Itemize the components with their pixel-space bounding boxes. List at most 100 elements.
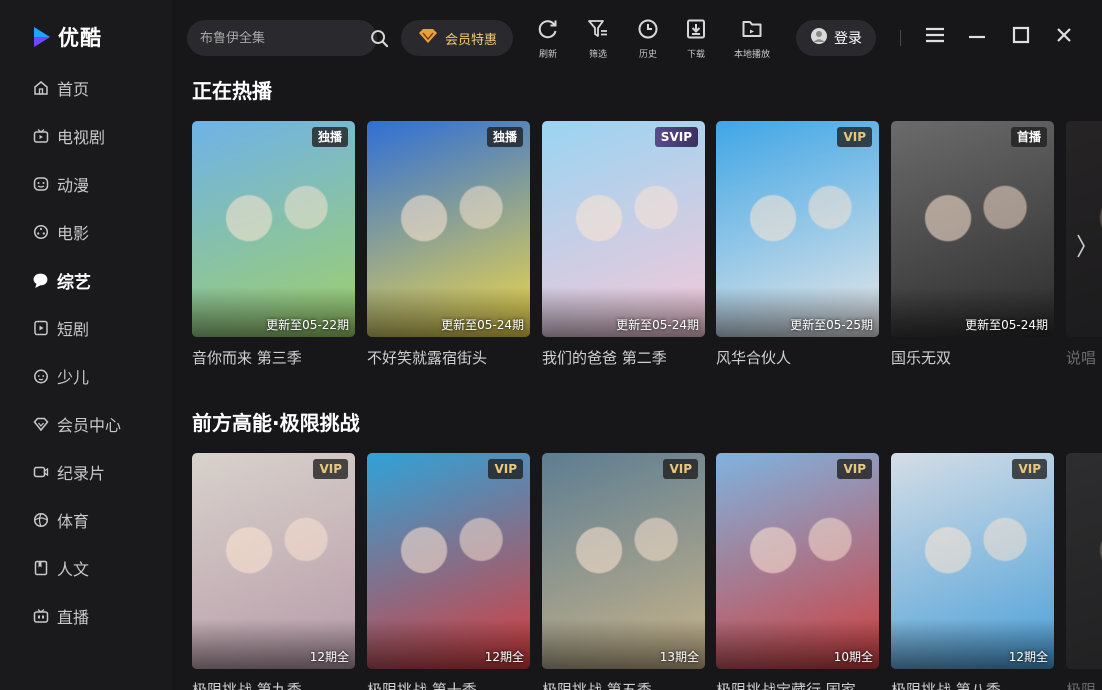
poster-image[interactable]: VIP 更新至05-25期 [716,121,879,337]
extreme-challenge-row: VIP 12期全 极限挑战 第九季 VIP 12期全 极限挑战 第十季 VIP … [192,453,1102,690]
sidebar-item-short-drama[interactable]: 短剧 [0,304,172,352]
show-card[interactable]: 首播 更新至05-24期 国乐无双 [891,121,1054,368]
show-title[interactable]: 不好笑就露宿街头 [367,347,530,368]
search-box [187,20,389,56]
show-card[interactable]: VIP 10期全 极限挑战宝藏行 国家 [716,453,879,690]
show-card[interactable]: 独播 更新至05-24期 不好笑就露宿街头 [367,121,530,368]
close-icon [1055,26,1073,48]
vip-badge: VIP [837,127,872,147]
show-title[interactable]: 国乐无双 [891,347,1054,368]
show-card[interactable]: VIP 12期全 极限挑战 第八季 [891,453,1054,690]
logo-text: 优酷 [58,26,102,50]
history-button[interactable]: 历史 [626,18,670,60]
episode-count: 12期全 [1008,650,1048,664]
sidebar-item-variety[interactable]: 综艺 [0,256,172,304]
sidebar-item-home[interactable]: 首页 [0,64,172,112]
app-window: 优酷 首页 电视剧 动漫 电影 综艺 短剧 少儿 会员中心 纪录片 体育 人文 … [0,0,1102,690]
sidebar-item-anime[interactable]: 动漫 [0,160,172,208]
local-play-button[interactable]: 本地播放 [730,18,774,60]
sidebar-item-member-center[interactable]: 会员中心 [0,400,172,448]
vip-badge: VIP [488,459,523,479]
logo[interactable]: 优酷 [32,22,102,52]
sidebar-item-tv[interactable]: 电视剧 [0,112,172,160]
show-title[interactable]: 极限挑战 第八季 [891,679,1054,690]
poster-image[interactable]: 独播 更新至05-22期 [192,121,355,337]
episode-count: 13期全 [659,650,699,664]
poster-image[interactable]: VIP 12期全 [891,453,1054,669]
diamond-icon [32,416,49,433]
next-page-arrow[interactable] [1074,232,1088,260]
poster-image[interactable] [1066,453,1102,669]
premiere-badge: 首播 [1010,127,1047,147]
poster-image[interactable]: VIP 10期全 [716,453,879,669]
minimize-icon [968,26,986,48]
download-label: 下载 [686,50,705,60]
sidebar-item-label: 首页 [57,80,90,99]
poster-image[interactable]: 首播 更新至05-24期 [891,121,1054,337]
vip-badge: VIP [1012,459,1047,479]
svip-badge: SVIP [654,127,698,147]
refresh-button[interactable]: 刷新 [526,18,570,60]
minimize-button[interactable] [966,26,988,48]
show-title[interactable]: 极限挑战 第九季 [192,679,355,690]
show-card[interactable]: 独播 更新至05-22期 音你而来 第三季 [192,121,355,368]
show-card-partial[interactable]: 极限 [1066,453,1102,690]
ball-icon [32,512,49,529]
sidebar-item-documentary[interactable]: 纪录片 [0,448,172,496]
show-title[interactable]: 极限挑战宝藏行 国家 [716,679,879,690]
hot-now-row: 独播 更新至05-22期 音你而来 第三季 独播 更新至05-24期 不好笑就露… [192,121,1102,381]
show-card[interactable]: VIP 更新至05-25期 风华合伙人 [716,121,879,368]
update-status: 更新至05-24期 [616,318,699,332]
show-title[interactable]: 极限 [1066,679,1102,690]
show-card[interactable]: VIP 12期全 极限挑战 第十季 [367,453,530,690]
avatar-icon [810,27,828,49]
poster-image[interactable]: VIP 12期全 [192,453,355,669]
sidebar-item-label: 电影 [57,224,90,243]
live-tv-icon [32,608,49,625]
poster-image[interactable]: VIP 13期全 [542,453,705,669]
poster-art [1066,453,1102,669]
search-input[interactable] [200,30,370,46]
film-reel-icon [32,224,49,241]
poster-image[interactable]: VIP 12期全 [367,453,530,669]
episode-count: 12期全 [309,650,349,664]
sidebar: 优酷 首页 电视剧 动漫 电影 综艺 短剧 少儿 会员中心 纪录片 体育 人文 … [0,0,172,690]
show-card[interactable]: VIP 13期全 极限挑战 第五季 [542,453,705,690]
maximize-button[interactable] [1010,26,1032,48]
section-title: 正在热播 [192,79,272,103]
filter-button[interactable]: 筛选 [576,18,620,60]
vip-offer-button[interactable]: 会员特惠 [401,20,513,56]
show-title[interactable]: 极限挑战 第五季 [542,679,705,690]
update-status: 更新至05-22期 [266,318,349,332]
update-status: 更新至05-24期 [441,318,524,332]
menu-button[interactable] [924,26,946,48]
refresh-label: 刷新 [538,50,557,60]
show-card[interactable]: VIP 12期全 极限挑战 第九季 [192,453,355,690]
show-title[interactable]: 音你而来 第三季 [192,347,355,368]
show-title[interactable]: 说唱 [1066,347,1102,368]
folder-icon [741,18,763,44]
home-icon [32,80,49,97]
sidebar-item-sports[interactable]: 体育 [0,496,172,544]
poster-image[interactable] [1066,121,1102,337]
download-button[interactable]: 下载 [674,18,718,60]
show-title[interactable]: 风华合伙人 [716,347,879,368]
login-button[interactable]: 登录 [796,20,876,56]
sidebar-item-movie[interactable]: 电影 [0,208,172,256]
poster-image[interactable]: SVIP 更新至05-24期 [542,121,705,337]
sidebar-item-live[interactable]: 直播 [0,592,172,640]
poster-image[interactable]: 独播 更新至05-24期 [367,121,530,337]
update-status: 更新至05-25期 [790,318,873,332]
clock-icon [637,18,659,44]
toolbar-divider [900,30,901,46]
close-button[interactable] [1053,26,1075,48]
anime-face-icon [32,176,49,193]
search-icon[interactable] [370,27,389,49]
tv-icon [32,128,49,145]
show-title[interactable]: 我们的爸爸 第二季 [542,347,705,368]
vip-badge: VIP [663,459,698,479]
sidebar-item-humanities[interactable]: 人文 [0,544,172,592]
show-card[interactable]: SVIP 更新至05-24期 我们的爸爸 第二季 [542,121,705,368]
show-title[interactable]: 极限挑战 第十季 [367,679,530,690]
sidebar-item-kids[interactable]: 少儿 [0,352,172,400]
